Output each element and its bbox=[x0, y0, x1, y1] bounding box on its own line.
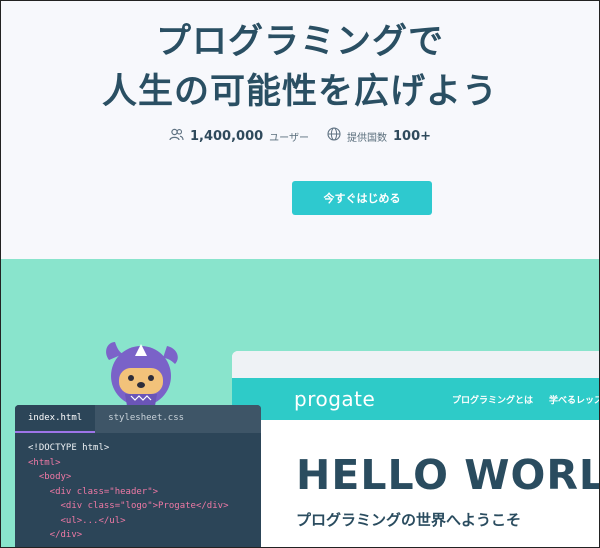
code-line: <ul>...</ul> bbox=[28, 515, 126, 526]
start-now-button[interactable]: 今すぐはじめる bbox=[292, 181, 432, 215]
tab-stylesheet-css[interactable]: stylesheet.css bbox=[95, 405, 197, 433]
editor-tabs: index.html stylesheet.css bbox=[15, 405, 261, 433]
mock-subheading: プログラミングの世界へようこそ bbox=[296, 511, 522, 529]
page-frame: プログラミングで 人生の可能性を広げよう 1,400,000 ユーザー 提供国数… bbox=[0, 0, 600, 548]
hero-section: プログラミングで 人生の可能性を広げよう 1,400,000 ユーザー 提供国数… bbox=[1, 1, 599, 259]
countries-count: 100+ bbox=[392, 128, 432, 144]
code-line: </div> bbox=[28, 530, 83, 540]
countries-label: 提供国数 bbox=[346, 132, 387, 144]
hero-stats: 1,400,000 ユーザー 提供国数 100+ bbox=[1, 127, 599, 145]
mock-hello-heading: HELLO WORLD bbox=[296, 451, 599, 499]
stat-users: 1,400,000 ユーザー bbox=[169, 128, 309, 145]
browser-mockup: progate プログラミングとは 学べるレッスン HELLO WORLD プロ… bbox=[232, 351, 599, 547]
globe-icon bbox=[327, 127, 341, 145]
code-line: <div class="header"> bbox=[28, 486, 159, 497]
mock-site-logo: progate bbox=[294, 387, 376, 411]
users-icon bbox=[169, 128, 184, 145]
code-line: <html> bbox=[28, 457, 61, 468]
browser-chrome-bar bbox=[232, 351, 599, 378]
ninja-mascot bbox=[101, 334, 181, 412]
mock-site-nav: プログラミングとは 学べるレッスン bbox=[452, 378, 599, 420]
stat-countries: 提供国数 100+ bbox=[327, 127, 431, 145]
mock-nav-item-about: プログラミングとは bbox=[452, 395, 534, 406]
code-line: <div class="logo">Progate</div> bbox=[28, 501, 229, 511]
mock-site-header: progate プログラミングとは 学べるレッスン bbox=[232, 378, 599, 420]
hero-headline-line1: プログラミングで bbox=[155, 22, 444, 62]
users-count: 1,400,000 bbox=[189, 128, 264, 144]
code-line: <body> bbox=[28, 472, 72, 482]
code-line: <!DOCTYPE html> bbox=[28, 443, 110, 453]
code-area: <!DOCTYPE html> <html> <body> <div class… bbox=[15, 433, 261, 543]
code-editor: index.html stylesheet.css <!DOCTYPE html… bbox=[15, 405, 261, 547]
hero-headline-line2: 人生の可能性を広げよう bbox=[101, 72, 498, 112]
tab-index-html[interactable]: index.html bbox=[15, 405, 96, 433]
users-unit: ユーザー bbox=[269, 132, 309, 144]
mock-nav-item-lessons: 学べるレッスン bbox=[549, 395, 599, 406]
